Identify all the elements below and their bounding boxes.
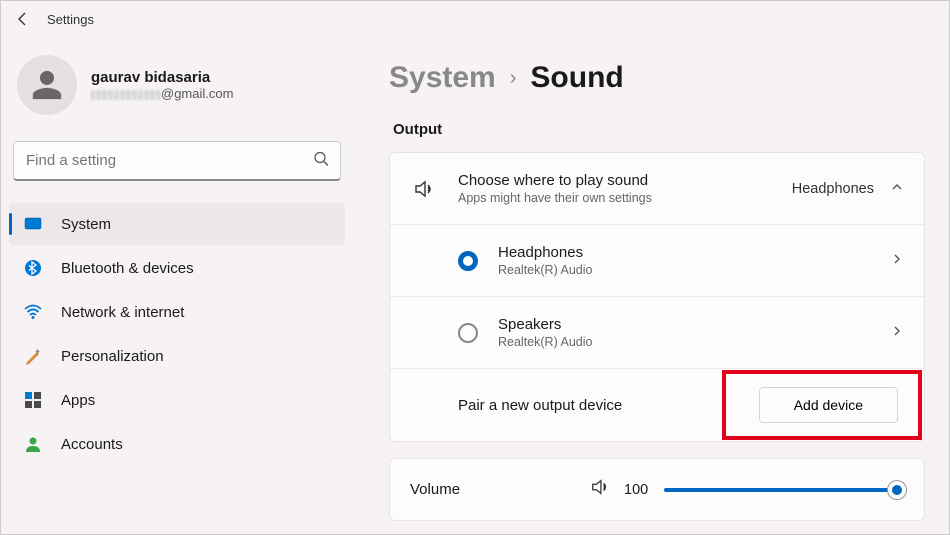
device-name: Headphones bbox=[498, 244, 890, 261]
output-choose-title: Choose where to play sound bbox=[458, 172, 792, 189]
radio-selected[interactable] bbox=[458, 251, 478, 271]
personalization-icon bbox=[23, 346, 43, 366]
device-name: Speakers bbox=[498, 316, 890, 333]
search-icon bbox=[313, 151, 329, 172]
back-button[interactable] bbox=[9, 5, 37, 33]
sidebar-item-accounts[interactable]: Accounts bbox=[9, 423, 345, 465]
add-device-button[interactable]: Add device bbox=[759, 387, 898, 423]
sidebar-item-apps[interactable]: Apps bbox=[9, 379, 345, 421]
output-section-header: Output bbox=[389, 121, 925, 138]
sidebar-item-label: System bbox=[61, 216, 111, 233]
apps-icon bbox=[23, 390, 43, 410]
volume-label: Volume bbox=[410, 481, 590, 498]
network-icon bbox=[23, 302, 43, 322]
device-sub: Realtek(R) Audio bbox=[498, 335, 890, 349]
sidebar-item-network[interactable]: Network & internet bbox=[9, 291, 345, 333]
output-device-row[interactable]: Headphones Realtek(R) Audio bbox=[390, 225, 924, 297]
profile-block[interactable]: gaurav bidasaria @gmail.com bbox=[9, 47, 345, 131]
search-input[interactable] bbox=[13, 141, 341, 181]
sidebar-item-bluetooth[interactable]: Bluetooth & devices bbox=[9, 247, 345, 289]
sidebar-item-label: Apps bbox=[61, 392, 95, 409]
sidebar-item-label: Personalization bbox=[61, 348, 164, 365]
pair-device-row: Pair a new output device Add device bbox=[390, 369, 924, 441]
chevron-up-icon bbox=[890, 180, 904, 197]
output-choose-row[interactable]: Choose where to play sound Apps might ha… bbox=[390, 153, 924, 225]
chevron-right-icon bbox=[890, 324, 904, 341]
sidebar-item-label: Bluetooth & devices bbox=[61, 260, 194, 277]
profile-email: @gmail.com bbox=[91, 86, 233, 101]
avatar bbox=[17, 55, 77, 115]
radio-unselected[interactable] bbox=[458, 323, 478, 343]
sidebar-item-personalization[interactable]: Personalization bbox=[9, 335, 345, 377]
profile-name: gaurav bidasaria bbox=[91, 69, 233, 86]
volume-slider[interactable] bbox=[664, 488, 904, 492]
window-title: Settings bbox=[47, 12, 94, 27]
bluetooth-icon bbox=[23, 258, 43, 278]
sidebar-item-label: Network & internet bbox=[61, 304, 184, 321]
breadcrumb: System › Sound bbox=[389, 61, 925, 95]
accounts-icon bbox=[23, 434, 43, 454]
slider-thumb[interactable] bbox=[888, 481, 906, 499]
output-device-row[interactable]: Speakers Realtek(R) Audio bbox=[390, 297, 924, 369]
output-choose-sub: Apps might have their own settings bbox=[458, 191, 792, 205]
breadcrumb-root[interactable]: System bbox=[389, 61, 496, 95]
pair-label: Pair a new output device bbox=[458, 397, 759, 414]
chevron-right-icon bbox=[890, 252, 904, 269]
system-icon bbox=[23, 214, 43, 234]
sidebar-item-label: Accounts bbox=[61, 436, 123, 453]
breadcrumb-current: Sound bbox=[530, 61, 623, 95]
volume-icon[interactable] bbox=[590, 477, 610, 502]
volume-value: 100 bbox=[624, 482, 648, 498]
device-sub: Realtek(R) Audio bbox=[498, 263, 890, 277]
speaker-icon bbox=[410, 178, 438, 200]
chevron-right-icon: › bbox=[510, 67, 517, 90]
sidebar-item-system[interactable]: System bbox=[9, 203, 345, 245]
output-selected-device: Headphones bbox=[792, 181, 874, 197]
volume-row: Volume 100 bbox=[389, 458, 925, 521]
